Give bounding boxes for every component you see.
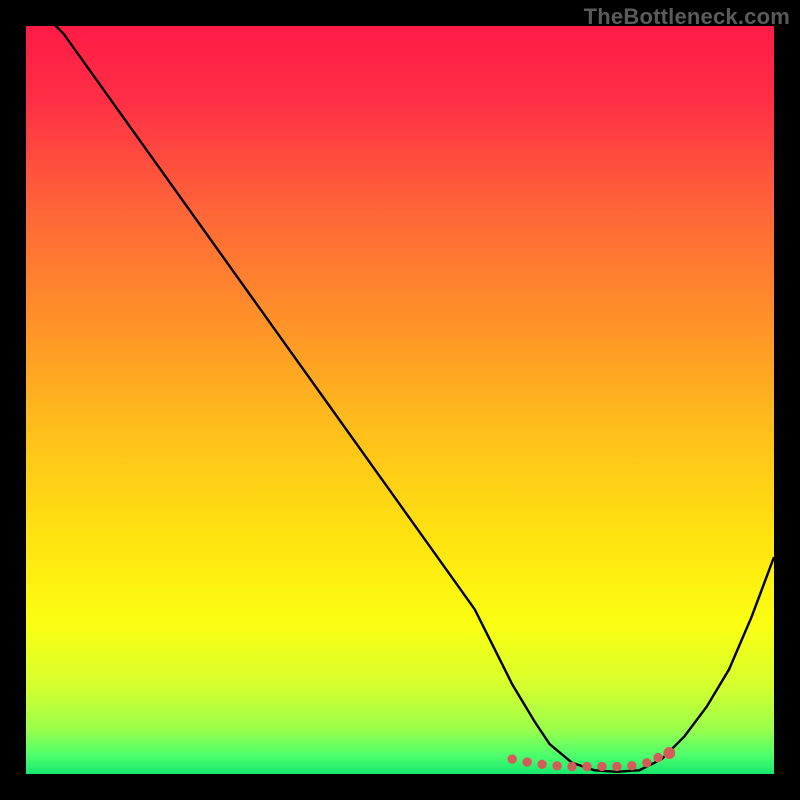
marker-dot bbox=[523, 758, 531, 766]
marker-dot bbox=[654, 753, 662, 761]
marker-dot bbox=[613, 762, 621, 770]
marker-dot bbox=[628, 762, 636, 770]
marker-dot bbox=[643, 759, 651, 767]
plot-area bbox=[26, 26, 774, 774]
marker-dot bbox=[538, 760, 546, 768]
chart-frame: TheBottleneck.com bbox=[0, 0, 800, 800]
watermark-text: TheBottleneck.com bbox=[584, 4, 790, 30]
bottleneck-chart-svg bbox=[26, 26, 774, 774]
marker-dot bbox=[664, 748, 675, 759]
marker-dot bbox=[568, 762, 576, 770]
marker-dot bbox=[508, 755, 516, 763]
marker-dot bbox=[553, 762, 561, 770]
marker-dot bbox=[598, 762, 606, 770]
marker-dot bbox=[583, 762, 591, 770]
